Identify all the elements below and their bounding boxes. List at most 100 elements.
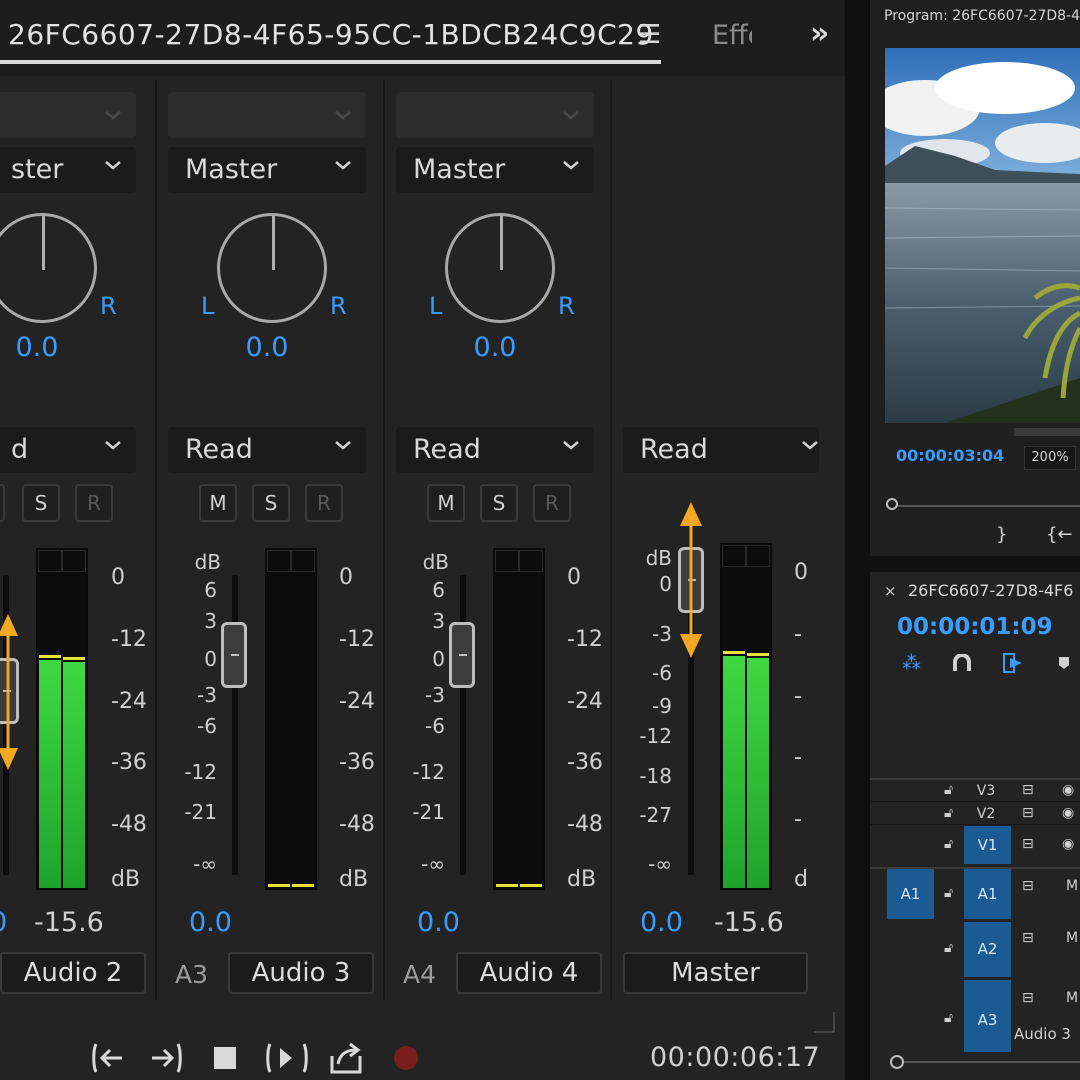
volume-fader-track[interactable] bbox=[460, 575, 466, 875]
program-timecode[interactable]: 00:00:03:04 bbox=[896, 446, 1004, 465]
eye-icon[interactable]: ◉ bbox=[1062, 805, 1074, 821]
effects-tab[interactable]: Effe bbox=[712, 20, 752, 51]
zoom-scrollbar[interactable] bbox=[1014, 428, 1080, 436]
track-tag: A4 bbox=[403, 960, 437, 989]
mute-track-button[interactable]: M bbox=[1066, 990, 1078, 1006]
hamburger-icon[interactable]: ☰ bbox=[638, 20, 661, 50]
magnet-icon[interactable] bbox=[952, 654, 972, 672]
stop-icon[interactable] bbox=[214, 1047, 236, 1069]
timeline-tab-title[interactable]: 26FC6607-27D8-4F6 bbox=[908, 581, 1073, 600]
export-icon[interactable] bbox=[328, 1040, 364, 1076]
timeline-scrollbar[interactable] bbox=[890, 1061, 1080, 1063]
level-meter bbox=[720, 543, 772, 890]
track-name-field[interactable]: Audio 3 bbox=[228, 952, 374, 994]
volume-fader-handle[interactable] bbox=[449, 622, 475, 688]
automation-mode-dropdown[interactable]: Read bbox=[623, 427, 819, 473]
track-target-a1[interactable]: A1 bbox=[964, 869, 1011, 919]
snap-icon[interactable]: ⁂ bbox=[902, 652, 921, 674]
timeline-panel: × 26FC6607-27D8-4F6 00:00:01:09 ⁂ 🔓︎ V3 … bbox=[870, 572, 1080, 1080]
sync-lock-icon[interactable]: ⊟ bbox=[1022, 782, 1034, 798]
output-dropdown[interactable]: Master bbox=[396, 147, 594, 193]
sync-lock-icon[interactable]: ⊟ bbox=[1022, 990, 1034, 1006]
track-name-a3: Audio 3 bbox=[1014, 1025, 1071, 1043]
eye-icon[interactable]: ◉ bbox=[1062, 836, 1074, 852]
mute-track-button[interactable]: M bbox=[1066, 878, 1078, 894]
pan-knob[interactable] bbox=[0, 213, 97, 323]
input-dropdown[interactable] bbox=[0, 92, 136, 138]
marker-icon[interactable] bbox=[1058, 656, 1070, 670]
zoom-level-dropdown[interactable]: 200% bbox=[1024, 446, 1076, 470]
record-icon[interactable] bbox=[394, 1046, 418, 1070]
pan-knob[interactable] bbox=[217, 213, 327, 323]
close-icon[interactable]: × bbox=[884, 582, 897, 600]
sync-lock-icon[interactable]: ⊟ bbox=[1022, 805, 1034, 821]
program-playhead[interactable] bbox=[886, 498, 898, 510]
resize-grip-icon[interactable] bbox=[812, 1010, 836, 1034]
linked-selection-icon[interactable] bbox=[1002, 652, 1024, 674]
timeline-timecode[interactable]: 00:00:01:09 bbox=[897, 614, 1053, 640]
pan-knob-needle bbox=[42, 216, 45, 270]
mute-button[interactable]: M bbox=[199, 484, 237, 522]
pan-value[interactable]: 0.0 bbox=[385, 332, 605, 363]
track-target-a3[interactable]: A3 bbox=[964, 980, 1011, 1052]
program-video-frame[interactable] bbox=[885, 48, 1080, 423]
volume-value[interactable]: 0.0 bbox=[417, 907, 460, 938]
track-label-v3[interactable]: V3 bbox=[966, 783, 1006, 799]
volume-value[interactable]: 0.0 bbox=[189, 907, 232, 938]
volume-fader-track[interactable] bbox=[232, 575, 238, 875]
input-dropdown[interactable] bbox=[168, 92, 366, 138]
pan-knob[interactable] bbox=[445, 213, 555, 323]
mute-button[interactable] bbox=[0, 484, 5, 522]
lock-icon[interactable]: 🔓︎ bbox=[944, 940, 953, 956]
eye-icon[interactable]: ◉ bbox=[1062, 782, 1074, 798]
solo-button[interactable]: S bbox=[252, 484, 290, 522]
go-to-in-icon[interactable] bbox=[90, 1040, 126, 1076]
timeline-scroll-handle[interactable] bbox=[890, 1055, 904, 1069]
input-dropdown[interactable] bbox=[396, 92, 594, 138]
track-label-v2[interactable]: V2 bbox=[966, 806, 1006, 822]
lock-icon[interactable]: 🔓︎ bbox=[944, 836, 953, 852]
output-dropdown[interactable]: Master bbox=[168, 147, 366, 193]
lock-icon[interactable]: 🔓︎ bbox=[944, 805, 953, 821]
mark-out-icon[interactable]: } bbox=[996, 524, 1007, 545]
record-enable-button[interactable]: R bbox=[533, 484, 571, 522]
track-name-field[interactable]: Audio 4 bbox=[456, 952, 602, 994]
solo-button[interactable]: S bbox=[22, 484, 60, 522]
record-enable-button[interactable]: R bbox=[75, 484, 113, 522]
lock-icon[interactable]: 🔓︎ bbox=[944, 782, 953, 798]
mute-button[interactable]: M bbox=[427, 484, 465, 522]
sync-lock-icon[interactable]: ⊟ bbox=[1022, 930, 1034, 946]
pan-value[interactable]: 0.0 bbox=[157, 332, 377, 363]
volume-value[interactable]: 0 bbox=[0, 907, 7, 938]
output-dropdown[interactable]: ster bbox=[0, 147, 136, 193]
loop-icon[interactable] bbox=[264, 1040, 310, 1076]
source-patch-a1[interactable]: A1 bbox=[887, 869, 934, 919]
track-name-field[interactable]: Audio 2 bbox=[0, 952, 146, 994]
solo-button[interactable]: S bbox=[480, 484, 518, 522]
record-enable-button[interactable]: R bbox=[305, 484, 343, 522]
automation-mode-dropdown[interactable]: d bbox=[0, 427, 136, 473]
mixer-timecode[interactable]: 00:00:06:17 bbox=[650, 1042, 820, 1073]
automation-mode-dropdown[interactable]: Read bbox=[396, 427, 594, 473]
lock-icon[interactable]: 🔓︎ bbox=[944, 1010, 953, 1026]
mute-track-button[interactable]: M bbox=[1066, 930, 1078, 946]
track-target-v1[interactable]: V1 bbox=[964, 826, 1011, 864]
pan-knob-needle bbox=[500, 216, 503, 270]
sequence-tab[interactable]: 26FC6607-27D8-4F65-95CC-1BDCB24C9C29 bbox=[8, 18, 654, 51]
automation-mode-dropdown[interactable]: Read bbox=[168, 427, 366, 473]
go-to-in-icon[interactable]: {← bbox=[1046, 524, 1073, 545]
chevron-down-icon bbox=[105, 161, 121, 170]
sync-lock-icon[interactable]: ⊟ bbox=[1022, 878, 1034, 894]
volume-fader-handle[interactable] bbox=[221, 622, 247, 688]
program-monitor-title[interactable]: Program: 26FC6607-27D8-4 bbox=[884, 8, 1080, 24]
program-scrub-bar[interactable] bbox=[886, 505, 1080, 507]
go-to-out-icon[interactable] bbox=[148, 1040, 184, 1076]
output-label: ster bbox=[11, 154, 64, 185]
lock-icon[interactable]: 🔓︎ bbox=[944, 885, 953, 901]
double-chevron-right-icon[interactable]: » bbox=[810, 16, 829, 51]
chevron-down-icon bbox=[335, 441, 351, 450]
sync-lock-icon[interactable]: ⊟ bbox=[1022, 836, 1034, 852]
volume-value[interactable]: 0.0 bbox=[640, 907, 683, 938]
pan-value[interactable]: 0.0 bbox=[0, 332, 147, 363]
track-target-a2[interactable]: A2 bbox=[964, 922, 1011, 977]
